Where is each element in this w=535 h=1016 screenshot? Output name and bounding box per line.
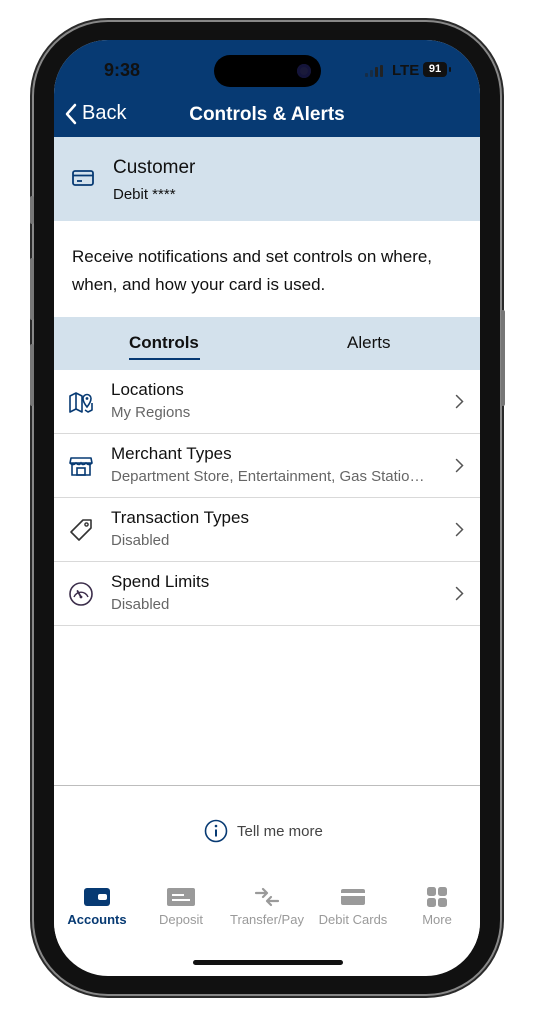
tab-bar-label: Transfer/Pay [230, 912, 304, 927]
account-label: Debit **** [113, 186, 176, 203]
check-deposit-icon [167, 888, 195, 906]
control-row-merchant-types[interactable]: Merchant Types Department Store, Enterta… [54, 434, 480, 498]
chevron-right-icon [455, 522, 464, 537]
row-label: Transaction Types [111, 508, 249, 527]
chevron-right-icon [455, 394, 464, 409]
tab-bar-label: Deposit [158, 912, 204, 927]
credit-card-icon [341, 889, 365, 905]
tab-bar-transfer-pay[interactable]: Transfer/Pay [224, 886, 310, 927]
wallet-icon [84, 888, 110, 906]
info-icon [204, 819, 228, 843]
tab-bar-debit-cards[interactable]: Debit Cards [310, 886, 396, 927]
active-tab-underline [129, 358, 200, 360]
store-icon [69, 457, 93, 476]
volume-down-button [30, 344, 34, 406]
row-label: Locations [111, 380, 184, 399]
camera-icon [297, 64, 311, 78]
tell-me-more-label: Tell me more [237, 822, 323, 840]
tab-alerts[interactable]: Alerts [347, 333, 390, 353]
control-row-transaction-types[interactable]: Transaction Types Disabled [54, 498, 480, 562]
credit-card-icon [72, 170, 94, 186]
tab-bar-label: Accounts [67, 912, 127, 927]
network-label: LTE [392, 62, 420, 79]
divider [54, 785, 480, 786]
tab-strip: Controls Alerts [54, 317, 480, 370]
volume-up-button [30, 258, 34, 320]
gauge-icon [69, 582, 93, 606]
home-indicator [193, 960, 343, 965]
status-time: 9:38 [104, 60, 141, 80]
signal-icon [365, 65, 385, 77]
row-sublabel: Department Store, Entertainment, Gas Sta… [111, 468, 425, 485]
battery-icon: 91 [423, 62, 447, 77]
row-sublabel: My Regions [111, 404, 191, 421]
tab-bar-label: More [422, 912, 452, 927]
row-sublabel: Disabled [111, 532, 170, 549]
power-button [501, 310, 505, 406]
tab-bar-accounts[interactable]: Accounts [54, 886, 140, 927]
controls-list: Locations My Regions Merchant Types Depa… [54, 370, 480, 626]
transfer-arrows-icon [254, 887, 280, 907]
page-title: Controls & Alerts [189, 104, 345, 125]
tell-me-more-link[interactable]: Tell me more [204, 819, 323, 843]
grid-icon [427, 887, 447, 907]
battery-tip [449, 67, 451, 72]
chevron-right-icon [455, 458, 464, 473]
row-label: Merchant Types [111, 444, 232, 463]
tab-bar-deposit[interactable]: Deposit [138, 886, 224, 927]
screen: 9:38 LTE 91 Back Controls & Alerts Custo… [54, 40, 480, 976]
control-row-locations[interactable]: Locations My Regions [54, 370, 480, 434]
mute-switch [30, 196, 34, 224]
dynamic-island [214, 55, 321, 87]
tag-icon [70, 519, 92, 541]
header: 9:38 LTE 91 Back Controls & Alerts [54, 40, 480, 137]
tab-bar-label: Debit Cards [318, 912, 388, 927]
map-pin-icon [69, 392, 93, 413]
chevron-right-icon [455, 586, 464, 601]
customer-card: Customer Debit **** [54, 137, 480, 221]
description-text: Receive notifications and set controls o… [72, 247, 433, 294]
customer-name: Customer [113, 157, 196, 178]
tab-controls[interactable]: Controls [129, 333, 199, 353]
control-row-spend-limits[interactable]: Spend Limits Disabled [54, 562, 480, 626]
row-sublabel: Disabled [111, 596, 170, 613]
tab-bar-more[interactable]: More [394, 886, 480, 927]
row-label: Spend Limits [111, 572, 210, 591]
bottom-tab-bar: Accounts Deposit Transfer/Pay Debit Card… [54, 876, 480, 946]
